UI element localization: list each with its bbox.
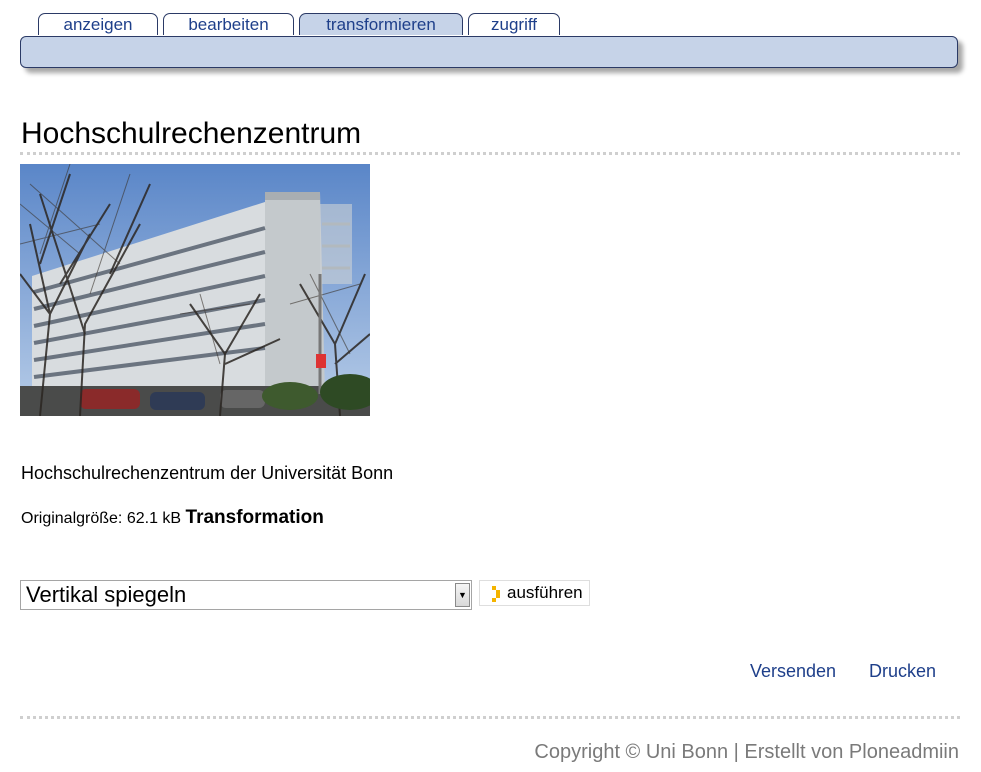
tab-content-bar [20,36,958,68]
transformation-heading: Transformation [185,507,324,528]
print-link[interactable]: Drucken [869,660,936,682]
image-description: Hochschulrechenzentrum der Universität B… [21,463,394,483]
transformation-select-value: Vertikal spiegeln [26,582,187,607]
title-divider [20,152,960,155]
size-line: Originalgröße: 62.1 kB Transformation [21,506,324,531]
original-size-label: Originalgröße: 62.1 kB [21,510,182,527]
execute-button[interactable]: ausführen [479,580,590,606]
tab-bearbeiten[interactable]: bearbeiten [163,13,294,35]
tab-zugriff[interactable]: zugriff [468,13,560,35]
tab-transformieren[interactable]: transformieren [299,13,463,35]
tab-row: anzeigen bearbeiten transformieren zugri… [38,13,560,35]
footer-copyright: Copyright © Uni Bonn | Erstellt von Plon… [534,741,959,763]
page: anzeigen bearbeiten transformieren zugri… [0,0,981,772]
send-link[interactable]: Versenden [750,660,836,682]
building-photo [20,164,370,416]
page-title: Hochschulrechenzentrum [21,117,362,150]
execute-button-label: ausführen [507,583,583,602]
footer-divider [20,716,960,719]
dropdown-arrow-icon[interactable]: ▼ [455,583,470,607]
transformation-select[interactable]: Vertikal spiegeln ▼ [20,580,472,610]
arrow-right-icon [492,586,500,602]
tab-anzeigen[interactable]: anzeigen [38,13,158,35]
